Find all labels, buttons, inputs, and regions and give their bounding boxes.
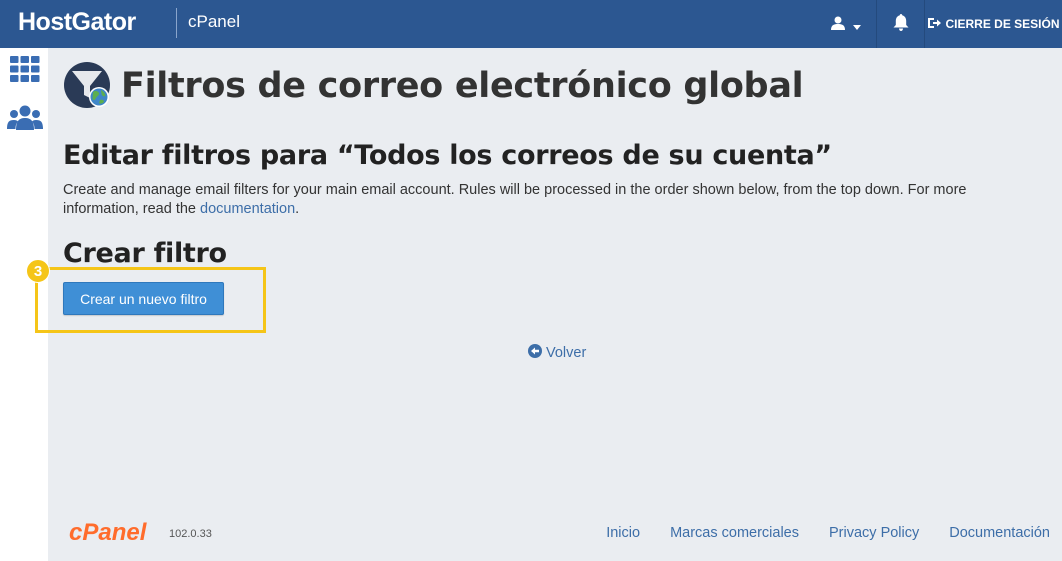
footer-link-trademarks[interactable]: Marcas comerciales <box>670 525 799 541</box>
footer-link-documentation[interactable]: Documentación <box>949 525 1050 541</box>
logout-icon <box>928 17 942 32</box>
back-label: Volver <box>546 345 587 361</box>
sidebar-item-users[interactable] <box>6 103 44 137</box>
email-filter-icon <box>63 61 111 109</box>
brand-logo[interactable]: HostGator <box>18 8 136 37</box>
create-filter-heading: Crear filtro <box>63 238 227 269</box>
documentation-link[interactable]: documentation <box>200 201 295 217</box>
back-link[interactable]: Volver <box>528 344 586 362</box>
main-content: Filtros de correo electrónico global Edi… <box>26 48 1062 561</box>
section-title: Editar filtros para “Todos los correos d… <box>63 140 832 171</box>
product-name: cPanel <box>188 12 240 31</box>
cpanel-logo-text: cPanel <box>69 519 148 546</box>
description-text: Create and manage email filters for your… <box>63 182 967 217</box>
create-filter-button[interactable]: Crear un nuevo filtro <box>63 282 224 315</box>
notifications-button[interactable] <box>878 0 924 48</box>
navbar-divider <box>876 0 877 48</box>
sidebar-item-home[interactable] <box>6 54 44 88</box>
footer-links: Inicio Marcas comerciales Privacy Policy… <box>606 525 1050 541</box>
brand-divider <box>176 8 177 38</box>
grid-icon <box>10 56 40 86</box>
description-end: . <box>295 201 300 217</box>
chevron-down-icon <box>853 15 861 34</box>
navbar-divider <box>924 0 925 48</box>
footer-link-home[interactable]: Inicio <box>606 525 640 541</box>
arrow-left-circle-icon <box>528 344 542 362</box>
logout-label: CIERRE DE SESIÓN <box>945 17 1060 31</box>
footer-link-privacy[interactable]: Privacy Policy <box>829 525 919 541</box>
user-icon <box>831 15 845 34</box>
users-icon <box>7 105 43 135</box>
logout-button[interactable]: CIERRE DE SESIÓN <box>926 0 1062 48</box>
cpanel-logo[interactable]: cPanel <box>69 517 163 547</box>
top-navbar: HostGator cPanel CIERRE DE SESIÓN <box>0 0 1062 48</box>
page-title: Filtros de correo electrónico global <box>121 66 804 106</box>
step-badge: 3 <box>26 259 50 283</box>
page-description: Create and manage email filters for your… <box>63 181 1003 219</box>
version-number: 102.0.33 <box>169 528 212 540</box>
user-menu-button[interactable] <box>816 0 876 48</box>
bell-icon <box>893 13 909 35</box>
